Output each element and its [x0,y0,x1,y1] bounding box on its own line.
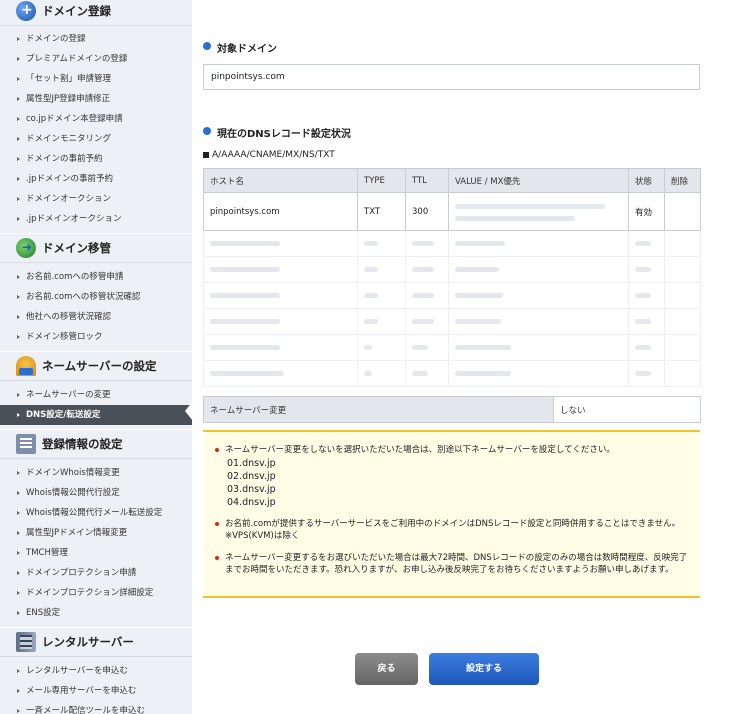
section-header-registration-info: 登録情報の設定 [0,429,192,459]
sidebar-item-jp-pre-reserve[interactable]: .jpドメインの事前予約 [0,169,192,189]
sidebar-item-transfer-out-status[interactable]: 他社への移管状況確認 [0,307,192,327]
nameserver-change-value: しない [553,396,701,423]
sidebar-item-dns-settings[interactable]: DNS設定/転送設定 [0,405,192,425]
section-header-domain-registration: ドメイン登録 [0,0,192,26]
column-header-host: ホスト名 [203,168,358,193]
sidebar-item-rental-server[interactable]: レンタルサーバーを申込む [0,661,192,681]
active-item-pointer [185,401,193,421]
nameserver-change-table: ネームサーバー変更 しない [203,396,701,423]
table-row-blurred [203,360,701,387]
sidebar-item-tmch[interactable]: TMCH管理 [0,543,192,563]
sidebar-item-jp-auction[interactable]: .jpドメインオークション [0,209,192,229]
notice-subtext: ※VPS(KVM)は除く [225,531,300,541]
column-header-value: VALUE / MX優先 [448,168,629,193]
table-row-blurred [203,334,701,361]
sidebar-item-whois-mail-forward[interactable]: Whois情報公開代行メール転送設定 [0,503,192,523]
nameserver-icon [16,356,36,376]
cell-host: pinpointsys.com [203,192,358,231]
notice-item: ネームサーバー変更をしないを選択いただいた場合は、別途以下ネームサーバーを設定し… [215,444,688,509]
section-header-nameserver: ネームサーバーの設定 [0,351,192,381]
record-types-label: A/AAAA/CNAME/MX/NS/TXT [203,150,335,160]
cell-status: 有効 [628,192,665,231]
table-row-blurred [203,230,701,257]
sidebar-item-ens[interactable]: ENS設定 [0,603,192,623]
sidebar-item-jp-attr-info[interactable]: 属性型JPドメイン情報変更 [0,523,192,543]
sidebar: ドメイン登録 ドメインの登録 プレミアムドメインの登録 「セット割」申請管理 属… [0,0,192,714]
notice-box: ネームサーバー変更をしないを選択いただいた場合は、別途以下ネームサーバーを設定し… [203,430,700,598]
blurred-value [455,203,605,209]
table-header-row: ホスト名 TYPE TTL VALUE / MX優先 状態 削除 [203,168,701,193]
cell-value-blurred [448,192,629,231]
sidebar-item-transfer-lock[interactable]: ドメイン移管ロック [0,327,192,347]
sidebar-item-set-discount[interactable]: 「セット割」申請管理 [0,69,192,89]
submit-button[interactable]: 設定する [429,653,539,685]
nameserver-entry: 04.dnsv.jp [227,496,276,508]
sidebar-item-nameserver-change[interactable]: ネームサーバーの変更 [0,385,192,405]
column-header-type: TYPE [357,168,406,193]
notice-item: ネームサーバー変更するをお選びいただいた場合は最大72時間、DNSレコードの設定… [215,552,688,577]
nameserver-change-label: ネームサーバー変更 [203,396,554,423]
blurred-value [455,215,575,221]
section-header-rental-server: レンタルサーバー [0,627,192,657]
sidebar-item-transfer-request[interactable]: お名前.comへの移管申請 [0,267,192,287]
nameserver-entry: 01.dnsv.jp [227,457,276,469]
sidebar-item-pre-reserve[interactable]: ドメインの事前予約 [0,149,192,169]
section-title: レンタルサーバー [42,635,134,649]
table-row: pinpointsys.com TXT 300 有効 [203,192,701,231]
section-title: 登録情報の設定 [42,437,123,451]
sidebar-item-mail-server[interactable]: メール専用サーバーを申込む [0,681,192,701]
registration-info-icon [16,434,36,454]
sidebar-item-whois-change[interactable]: ドメインWhois情報変更 [0,463,192,483]
dns-records-heading: 現在のDNSレコード設定状況 [203,125,351,140]
globe-plus-icon [16,1,36,21]
sidebar-item-premium-domain[interactable]: プレミアムドメインの登録 [0,49,192,69]
notice-text: ネームサーバー変更するをお選びいただいた場合は最大72時間、DNSレコードの設定… [225,552,688,576]
section-title: ドメイン移管 [42,241,111,255]
back-button[interactable]: 戻る [355,653,418,685]
table-row-blurred [203,308,701,335]
cell-ttl: 300 [405,192,449,231]
sidebar-item-jp-attr-fix[interactable]: 属性型JP登録申請修正 [0,89,192,109]
sidebar-item-protection-detail[interactable]: ドメインプロテクション詳細設定 [0,583,192,603]
table-row-blurred [203,282,701,309]
notice-text: お名前.comが提供するサーバーサービスをご利用中のドメインはDNSレコード設定… [225,518,681,529]
dns-record-table: ホスト名 TYPE TTL VALUE / MX優先 状態 削除 pinpoin… [203,168,701,387]
sidebar-item-bulk-mail[interactable]: 一斉メール配信ツールを申込む [0,701,192,714]
cell-type: TXT [357,192,406,231]
sidebar-item-transfer-status[interactable]: お名前.comへの移管状況確認 [0,287,192,307]
nameserver-change-row: ネームサーバー変更 しない [203,396,701,423]
nameserver-entry: 03.dnsv.jp [227,483,276,495]
rental-server-icon [16,632,36,652]
section-title: ドメイン登録 [42,4,111,18]
table-row-blurred [203,256,701,283]
sidebar-item-cojp-register[interactable]: co.jpドメイン本登録申請 [0,109,192,129]
sidebar-item-auction[interactable]: ドメインオークション [0,189,192,209]
column-header-ttl: TTL [405,168,449,193]
nameserver-entry: 02.dnsv.jp [227,470,276,482]
target-domain-heading: 対象ドメイン [203,40,277,55]
section-header-domain-transfer: ドメイン移管 [0,233,192,263]
column-header-status: 状態 [628,168,665,193]
cell-delete[interactable] [664,192,701,231]
notice-item: お名前.comが提供するサーバーサービスをご利用中のドメインはDNSレコード設定… [215,518,688,543]
section-title: ネームサーバーの設定 [42,359,157,373]
sidebar-item-domain-monitoring[interactable]: ドメインモニタリング [0,129,192,149]
target-domain-value: pinpointsys.com [203,64,700,90]
column-header-delete: 削除 [664,168,701,193]
notice-text: ネームサーバー変更をしないを選択いただいた場合は、別途以下ネームサーバーを設定し… [225,445,615,455]
sidebar-item-whois-proxy[interactable]: Whois情報公開代行設定 [0,483,192,503]
sidebar-item-domain-register[interactable]: ドメインの登録 [0,29,192,49]
sidebar-item-protection-request[interactable]: ドメインプロテクション申請 [0,563,192,583]
domain-transfer-icon [16,238,36,258]
